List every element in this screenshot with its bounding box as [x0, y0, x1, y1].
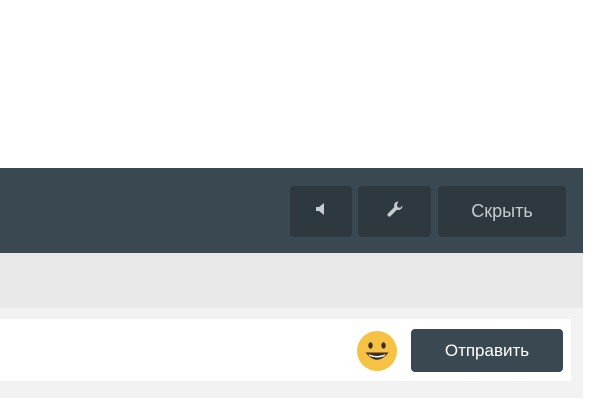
send-button[interactable]: Отправить [411, 329, 563, 372]
settings-button[interactable] [358, 186, 431, 237]
hide-button-label: Скрыть [471, 201, 533, 221]
emoji-button[interactable] [355, 329, 399, 373]
send-button-label: Отправить [444, 340, 530, 360]
message-input[interactable] [0, 319, 340, 381]
mute-button[interactable] [290, 186, 352, 237]
hide-button[interactable]: Скрыть [438, 186, 566, 237]
speaker-icon [314, 202, 328, 221]
chat-header: Скрыть [0, 168, 583, 253]
wrench-icon [385, 199, 405, 224]
messages-area [0, 253, 583, 308]
message-composer: Отправить [0, 319, 571, 381]
smiley-icon [355, 331, 399, 377]
